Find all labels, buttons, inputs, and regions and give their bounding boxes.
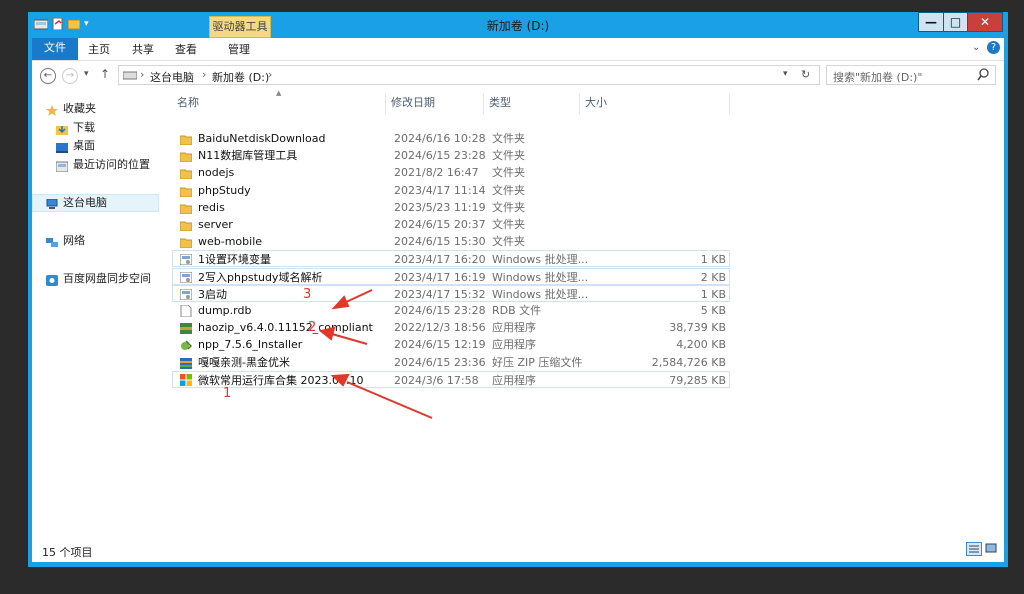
arrow-3: [343, 289, 373, 304]
annotation-1: 1: [223, 386, 232, 401]
arrow-2-head: [318, 326, 336, 341]
status-item-count: 15 个项目: [42, 546, 93, 559]
arrow-3-head: [331, 295, 350, 310]
large-icons-view-icon[interactable]: [984, 542, 1000, 556]
annotation-overlay: [318, 289, 433, 419]
arrow-1-head: [330, 373, 350, 387]
annotation-3: 3: [303, 287, 312, 302]
arrow-2: [331, 333, 368, 345]
details-view-icon[interactable]: [966, 542, 982, 556]
explorer-window: ▾ 驱动器工具 新加卷 (D:) — □ ✕ 文件 主页 共享 查看 管理 ⌄ …: [28, 12, 1008, 567]
annotation-2: 2: [308, 320, 317, 335]
window-body: ▾ 驱动器工具 新加卷 (D:) — □ ✕ 文件 主页 共享 查看 管理 ⌄ …: [28, 12, 1008, 562]
arrow-1: [346, 381, 433, 419]
